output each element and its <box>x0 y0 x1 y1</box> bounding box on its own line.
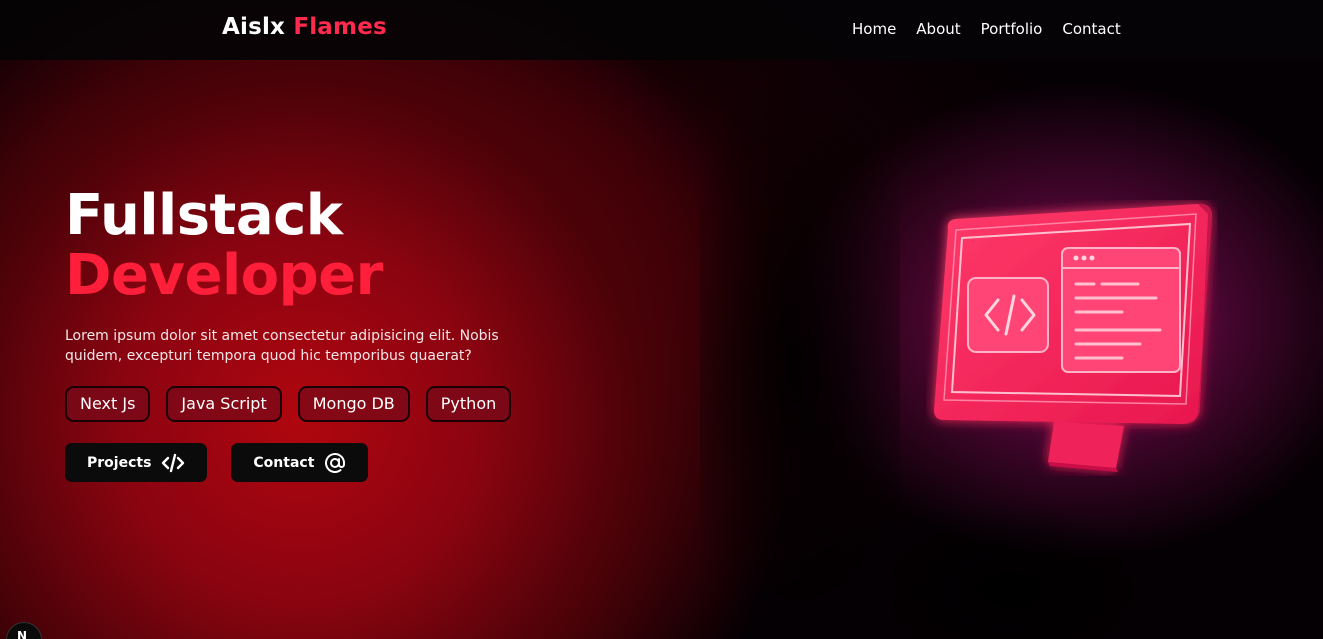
hero-title-line1: Fullstack <box>65 183 343 248</box>
skill-tag-nextjs: Next Js <box>65 386 151 422</box>
brand-logo[interactable]: Aislx Flames <box>222 14 387 40</box>
skill-tag-mongodb: Mongo DB <box>297 386 410 422</box>
nav-link-home[interactable]: Home <box>852 20 896 38</box>
hero-description: Lorem ipsum dolor sit amet consectetur a… <box>65 328 499 364</box>
hero-actions: Projects Contact <box>65 443 525 482</box>
nav-link-portfolio[interactable]: Portfolio <box>981 20 1043 38</box>
skill-tag-javascript: Java Script <box>166 386 282 422</box>
projects-button[interactable]: Projects <box>65 443 208 482</box>
page: Aislx Flames Home About Portfolio Contac… <box>0 0 1323 639</box>
skill-tag-python: Python <box>425 386 512 422</box>
at-sign-icon <box>324 452 346 474</box>
contact-button-label: Contact <box>253 454 315 471</box>
projects-button-label: Projects <box>87 454 152 471</box>
nav-links: Home About Portfolio Contact <box>852 20 1121 38</box>
brand-accent: Flames <box>293 14 387 40</box>
hero-section: Fullstack Developer Lorem ipsum dolor si… <box>65 186 525 482</box>
nav-link-contact[interactable]: Contact <box>1062 20 1120 38</box>
navbar: Aislx Flames Home About Portfolio Contac… <box>0 0 1323 60</box>
nextjs-badge-icon[interactable]: N <box>6 622 42 639</box>
code-icon <box>161 453 185 473</box>
brand-name: Aislx <box>222 14 286 40</box>
hero-title-line2: Developer <box>65 243 383 308</box>
hero-title: Fullstack Developer <box>65 186 525 306</box>
skill-tags: Next Js Java Script Mongo DB Python <box>65 386 525 422</box>
contact-button[interactable]: Contact <box>231 443 369 482</box>
monitor-code-icon <box>926 200 1218 476</box>
corner-badge-letter: N <box>17 629 28 639</box>
nav-link-about[interactable]: About <box>916 20 960 38</box>
